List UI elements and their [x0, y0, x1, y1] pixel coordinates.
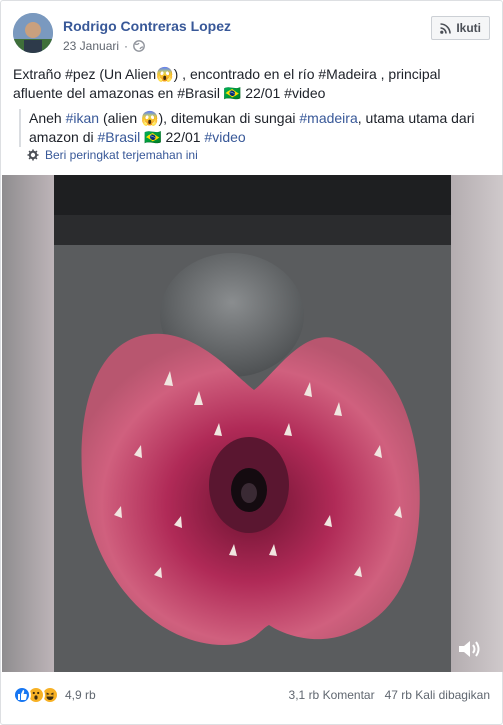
post-card: Rodrigo Contreras Lopez 23 Januari · Iku… — [0, 0, 503, 725]
post-text: Extraño #pez (Un Alien😱) , encontrado en… — [13, 66, 441, 101]
post-meta: 23 Januari · — [63, 39, 145, 53]
translation-text-4: 🇧🇷 22/01 — [140, 129, 205, 145]
post-footer: 4,9 rb 3,1 rb Komentar 47 rb Kali dibagi… — [13, 682, 490, 708]
avatar[interactable] — [13, 13, 53, 53]
speaker-icon[interactable] — [457, 638, 483, 660]
reaction-count: 4,9 rb — [65, 688, 96, 702]
like-reaction-icon — [13, 686, 31, 704]
follow-button[interactable]: Ikuti — [431, 16, 490, 40]
translation-text-2: (alien 😱), ditemukan di sungai — [99, 110, 300, 126]
author-name[interactable]: Rodrigo Contreras Lopez — [63, 18, 231, 34]
comments-count[interactable]: 3,1 rb Komentar — [289, 688, 375, 702]
reactions-summary[interactable]: 4,9 rb — [13, 686, 96, 704]
rss-icon — [440, 22, 452, 34]
video-thumbnail — [54, 175, 451, 672]
follow-button-label: Ikuti — [456, 21, 481, 35]
video-frame — [54, 175, 451, 672]
avatar-image — [13, 13, 53, 53]
video-blur-right — [451, 175, 503, 672]
translation-text-1: Aneh — [29, 110, 66, 126]
hashtag-brasil[interactable]: #Brasil — [97, 129, 140, 145]
video-player[interactable] — [2, 175, 503, 672]
video-blur-left — [2, 175, 54, 672]
gear-icon — [27, 149, 39, 161]
hashtag-madeira[interactable]: #madeira — [299, 110, 357, 126]
meta-separator: · — [124, 39, 129, 53]
shares-count[interactable]: 47 rb Kali dibagikan — [385, 688, 490, 702]
globe-icon — [133, 40, 145, 52]
hashtag-ikan[interactable]: #ikan — [66, 110, 99, 126]
rate-translation-link[interactable]: Beri peringkat terjemahan ini — [27, 148, 198, 162]
post-header: Rodrigo Contreras Lopez 23 Januari · Iku… — [13, 13, 490, 57]
post-stats: 3,1 rb Komentar 47 rb Kali dibagikan — [289, 688, 490, 702]
rate-translation-label: Beri peringkat terjemahan ini — [45, 148, 198, 162]
hashtag-video[interactable]: #video — [204, 129, 245, 145]
post-translation: Aneh #ikan (alien 😱), ditemukan di sunga… — [19, 109, 489, 147]
post-date[interactable]: 23 Januari — [63, 39, 119, 53]
